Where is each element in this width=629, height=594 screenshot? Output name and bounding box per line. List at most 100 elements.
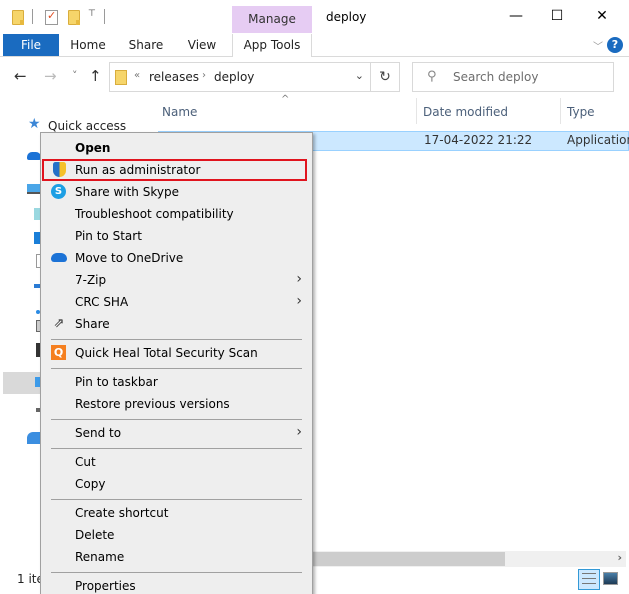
menu-item-troubleshoot-compatibility[interactable]: Troubleshoot compatibility: [41, 203, 312, 225]
tab-view[interactable]: View: [182, 34, 222, 56]
search-icon: ⚲: [427, 69, 437, 84]
submenu-arrow-icon: ›: [296, 424, 302, 440]
menu-item-copy[interactable]: Copy: [41, 473, 312, 495]
manage-contextual-tab: Manage: [232, 6, 312, 33]
details-view-icon: [582, 573, 596, 586]
menu-item-label: Copy: [75, 477, 106, 491]
column-header-type[interactable]: Type: [567, 97, 595, 127]
menu-item-label: CRC SHA: [75, 295, 129, 309]
menu-item-move-to-onedrive[interactable]: Move to OneDrive: [41, 247, 312, 269]
recent-locations-button[interactable]: ˅: [72, 69, 78, 82]
tab-file[interactable]: File: [3, 34, 59, 56]
tab-app-tools[interactable]: App Tools: [232, 34, 312, 57]
menu-item-quick-heal-scan[interactable]: Q Quick Heal Total Security Scan: [41, 342, 312, 364]
large-icons-view-button[interactable]: [603, 572, 618, 585]
onedrive-icon[interactable]: [27, 152, 41, 160]
horizontal-scrollbar[interactable]: ›: [312, 551, 626, 567]
folder-icon[interactable]: [12, 10, 24, 25]
quickheal-icon: Q: [51, 345, 66, 360]
address-bar[interactable]: « releases › deploy ⌄: [109, 62, 371, 92]
menu-item-delete[interactable]: Delete: [41, 524, 312, 546]
column-divider[interactable]: [560, 98, 561, 124]
up-button[interactable]: ↑: [89, 67, 102, 85]
file-explorer-window: ⊤ Manage deploy — ☐ ✕ File Home Share Vi…: [0, 0, 629, 594]
share-icon: ⇗: [53, 316, 65, 331]
skype-icon: S: [51, 184, 66, 199]
menu-item-rename[interactable]: Rename: [41, 546, 312, 568]
menu-item-label: Rename: [75, 550, 125, 564]
refresh-button[interactable]: ↻: [371, 62, 400, 92]
this-pc-icon[interactable]: [27, 184, 40, 194]
menu-item-pin-to-start[interactable]: Pin to Start: [41, 225, 312, 247]
submenu-arrow-icon: ›: [296, 293, 302, 309]
maximize-button[interactable]: ☐: [537, 4, 577, 28]
quick-access-star-icon: ★: [28, 116, 41, 132]
back-button[interactable]: ←: [14, 67, 27, 85]
highlight-annotation: [42, 159, 307, 181]
title-bar: ⊤ Manage deploy — ☐ ✕: [0, 0, 629, 34]
customize-dropdown-icon[interactable]: ⊤: [88, 9, 96, 19]
menu-item-open[interactable]: Open: [41, 137, 312, 159]
breadcrumb-separator-icon[interactable]: ›: [202, 70, 206, 81]
menu-item-label: Create shortcut: [75, 506, 169, 520]
ribbon-expand-icon[interactable]: ﹀: [593, 38, 603, 53]
close-button[interactable]: ✕: [582, 4, 622, 28]
menu-item-label: 7-Zip: [75, 273, 107, 287]
menu-item-label: Properties: [75, 579, 136, 593]
new-folder-icon[interactable]: [68, 10, 80, 25]
navigation-bar: ← → ˅ ↑ « releases › deploy ⌄ ↻ ⚲ Search…: [0, 57, 629, 97]
file-date-modified: 17-04-2022 21:22: [424, 133, 533, 147]
menu-item-share[interactable]: ⇗ Share: [41, 313, 312, 335]
search-input[interactable]: ⚲ Search deploy: [412, 62, 614, 92]
menu-item-restore-previous-versions[interactable]: Restore previous versions: [41, 393, 312, 415]
menu-item-label: Open: [75, 141, 111, 155]
search-placeholder: Search deploy: [453, 70, 539, 84]
menu-separator: [51, 368, 302, 369]
column-header-date-modified[interactable]: Date modified: [423, 97, 508, 127]
tab-home[interactable]: Home: [66, 34, 110, 56]
menu-item-send-to[interactable]: Send to ›: [41, 422, 312, 444]
menu-item-7-zip[interactable]: 7-Zip ›: [41, 269, 312, 291]
menu-separator: [51, 572, 302, 573]
submenu-arrow-icon: ›: [296, 271, 302, 287]
scrollbar-thumb[interactable]: [312, 552, 505, 566]
window-title: deploy: [326, 10, 367, 24]
network-icon[interactable]: [27, 432, 40, 444]
help-icon[interactable]: ?: [607, 37, 623, 53]
menu-item-crc-sha[interactable]: CRC SHA ›: [41, 291, 312, 313]
menu-item-label: Restore previous versions: [75, 397, 230, 411]
minimize-button[interactable]: —: [496, 4, 536, 28]
menu-item-properties[interactable]: Properties: [41, 575, 312, 594]
column-header-name[interactable]: Name: [162, 97, 197, 127]
forward-button[interactable]: →: [44, 67, 57, 85]
file-type: Application: [567, 133, 629, 147]
address-overflow-icon[interactable]: «: [134, 70, 140, 81]
qa-separator: [32, 9, 33, 24]
menu-separator: [51, 499, 302, 500]
menu-item-label: Share with Skype: [75, 185, 179, 199]
menu-item-share-with-skype[interactable]: S Share with Skype: [41, 181, 312, 203]
menu-item-cut[interactable]: Cut: [41, 451, 312, 473]
menu-separator: [51, 419, 302, 420]
breadcrumb-releases[interactable]: releases: [149, 70, 199, 84]
menu-item-label: Pin to taskbar: [75, 375, 158, 389]
menu-item-label: Delete: [75, 528, 115, 542]
details-view-button[interactable]: [578, 569, 600, 590]
menu-item-label: Quick Heal Total Security Scan: [75, 346, 258, 360]
column-divider[interactable]: [416, 98, 417, 124]
onedrive-icon: [51, 253, 67, 262]
tab-share[interactable]: Share: [124, 34, 168, 56]
properties-icon[interactable]: [45, 9, 58, 25]
ribbon-tabs: File Home Share View App Tools ﹀ ?: [0, 34, 629, 57]
scroll-right-icon[interactable]: ›: [617, 551, 622, 564]
nav-item-quick-access[interactable]: Quick access: [48, 119, 126, 133]
breadcrumb-deploy[interactable]: deploy: [214, 70, 254, 84]
menu-item-pin-to-taskbar[interactable]: Pin to taskbar: [41, 371, 312, 393]
menu-separator: [51, 339, 302, 340]
menu-item-label: Troubleshoot compatibility: [75, 207, 234, 221]
qa-separator: [104, 9, 105, 24]
address-dropdown-icon[interactable]: ⌄: [355, 69, 364, 82]
context-menu: Open Run as administrator S Share with S…: [40, 132, 313, 594]
folder-icon: [115, 70, 127, 85]
menu-item-create-shortcut[interactable]: Create shortcut: [41, 502, 312, 524]
